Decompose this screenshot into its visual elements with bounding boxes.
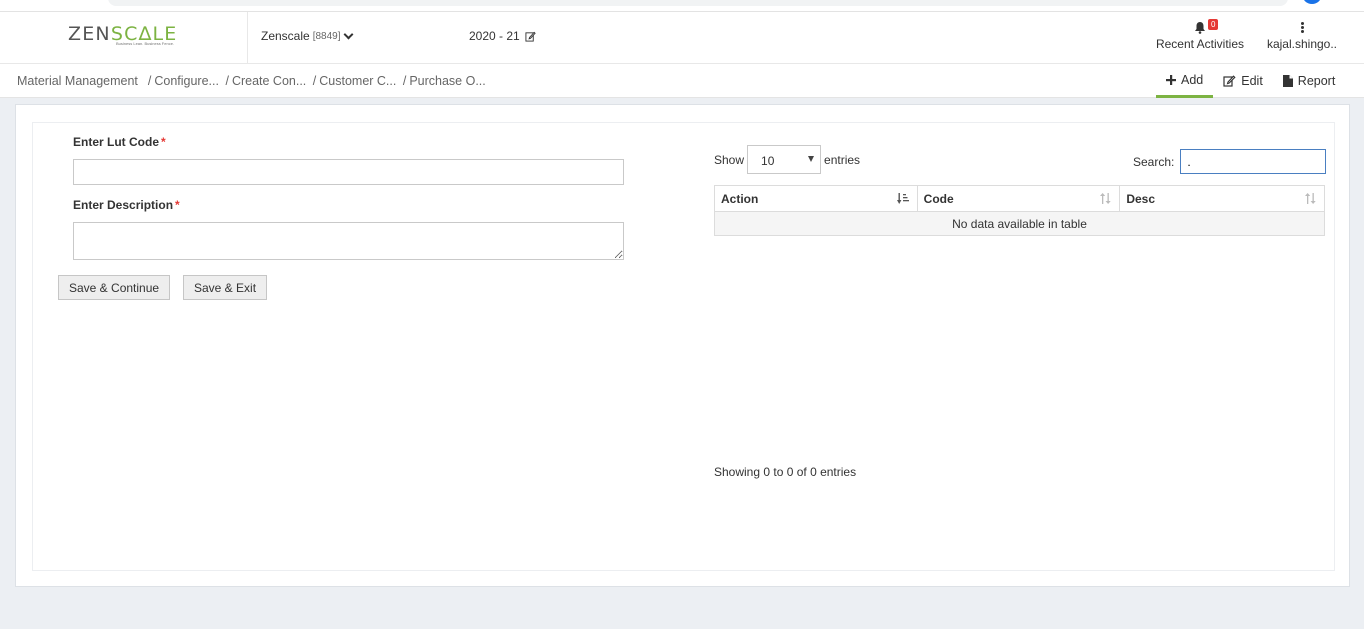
table-search: Search: (1133, 149, 1327, 174)
sort-asc-icon (896, 193, 909, 204)
plus-icon (1166, 74, 1176, 85)
show-label: Show (714, 152, 745, 167)
app-header: ZENSC∆LE Business Lean. Business Fence. … (0, 12, 1364, 64)
breadcrumb-item[interactable]: Purchase O... (409, 74, 485, 88)
kebab-icon (1300, 22, 1304, 33)
column-header-code[interactable]: Code (916, 185, 1121, 212)
profile-icon[interactable] (1302, 0, 1322, 4)
sort-icon (1305, 193, 1316, 204)
edit-button[interactable]: Edit (1213, 64, 1273, 98)
chevron-down-icon (343, 29, 353, 39)
table-info: Showing 0 to 0 of 0 entries (714, 465, 857, 479)
company-selector[interactable]: Zenscale [8849] (261, 29, 353, 43)
description-textarea[interactable] (73, 222, 624, 260)
browser-strip (0, 0, 1364, 12)
sort-icon (1100, 193, 1112, 204)
breadcrumb: Material Management / Configure... / Creat… (17, 74, 486, 88)
breadcrumb-separator: / (402, 74, 407, 88)
bell-icon (1195, 22, 1205, 34)
year-label: 2020 - 21 (469, 29, 520, 43)
add-label: Add (1181, 72, 1204, 87)
breadcrumb-bar: Material Management / Configure... / Creat… (0, 64, 1364, 98)
user-menu[interactable]: kajal.shingo.. (1262, 18, 1342, 51)
page-size-select[interactable]: 10 (747, 145, 822, 174)
company-name: Zenscale (261, 29, 310, 43)
company-code: [8849] (312, 30, 341, 42)
breadcrumb-item[interactable]: Material Management (17, 74, 138, 88)
edit-icon[interactable] (525, 31, 536, 42)
column-header-desc[interactable]: Desc (1119, 185, 1325, 212)
data-table: Action Code Desc No data available in ta (714, 185, 1325, 236)
required-mark: * (161, 135, 166, 149)
column-header-label: Action (721, 191, 759, 206)
column-header-label: Code (923, 191, 954, 206)
recent-activities-label: Recent Activities (1155, 37, 1245, 51)
page-length-control: Show 10 entries (714, 145, 860, 174)
logo-part: ZEN (68, 23, 111, 45)
address-bar[interactable] (108, 0, 1288, 6)
table-header-row: Action Code Desc (714, 185, 1325, 212)
description-label: Enter Description * (73, 198, 180, 212)
search-label: Search: (1133, 154, 1175, 169)
save-exit-button[interactable]: Save & Exit (183, 275, 268, 300)
financial-year[interactable]: 2020 - 21 (469, 29, 536, 43)
add-button[interactable]: Add (1156, 64, 1214, 98)
breadcrumb-separator: / (144, 74, 152, 88)
edit-label: Edit (1241, 74, 1263, 88)
search-input[interactable] (1180, 149, 1327, 174)
lut-code-input[interactable] (73, 159, 624, 185)
empty-table-message: No data available in table (714, 211, 1325, 236)
column-header-action[interactable]: Action (714, 185, 918, 212)
breadcrumb-item[interactable]: Customer C... (319, 74, 396, 88)
edit-icon (1223, 75, 1236, 87)
table-row: No data available in table (714, 211, 1325, 236)
user-name: kajal.shingo.. (1266, 37, 1338, 51)
save-continue-button[interactable]: Save & Continue (58, 275, 171, 300)
breadcrumb-item[interactable]: Configure... (154, 74, 219, 88)
entries-label: entries (824, 152, 861, 167)
lut-code-label: Enter Lut Code * (73, 135, 166, 149)
file-icon (1282, 75, 1293, 87)
logo-tagline: Business Lean. Business Fence. (116, 41, 175, 46)
column-header-label: Desc (1126, 191, 1156, 206)
dropdown-arrow-icon (808, 156, 815, 162)
main-card: Enter Lut Code * Enter Description * Save … (15, 104, 1350, 587)
logo[interactable]: ZENSC∆LE Business Lean. Business Fence. (0, 12, 248, 64)
required-mark: * (175, 198, 180, 212)
notification-badge: 0 (1208, 19, 1219, 30)
breadcrumb-separator: / (312, 74, 317, 88)
report-button[interactable]: Report (1273, 64, 1346, 98)
breadcrumb-separator: / (225, 74, 229, 88)
content-panel: Enter Lut Code * Enter Description * Save … (32, 122, 1335, 571)
page-actions: Add Edit Report (1156, 64, 1345, 98)
recent-activities[interactable]: 0 Recent Activities (1150, 18, 1250, 51)
description-label-text: Enter Description (73, 198, 174, 212)
lut-code-label-text: Enter Lut Code (73, 135, 159, 149)
report-label: Report (1297, 74, 1336, 88)
breadcrumb-item[interactable]: Create Con... (232, 74, 306, 88)
page-size-value: 10 (761, 154, 775, 168)
